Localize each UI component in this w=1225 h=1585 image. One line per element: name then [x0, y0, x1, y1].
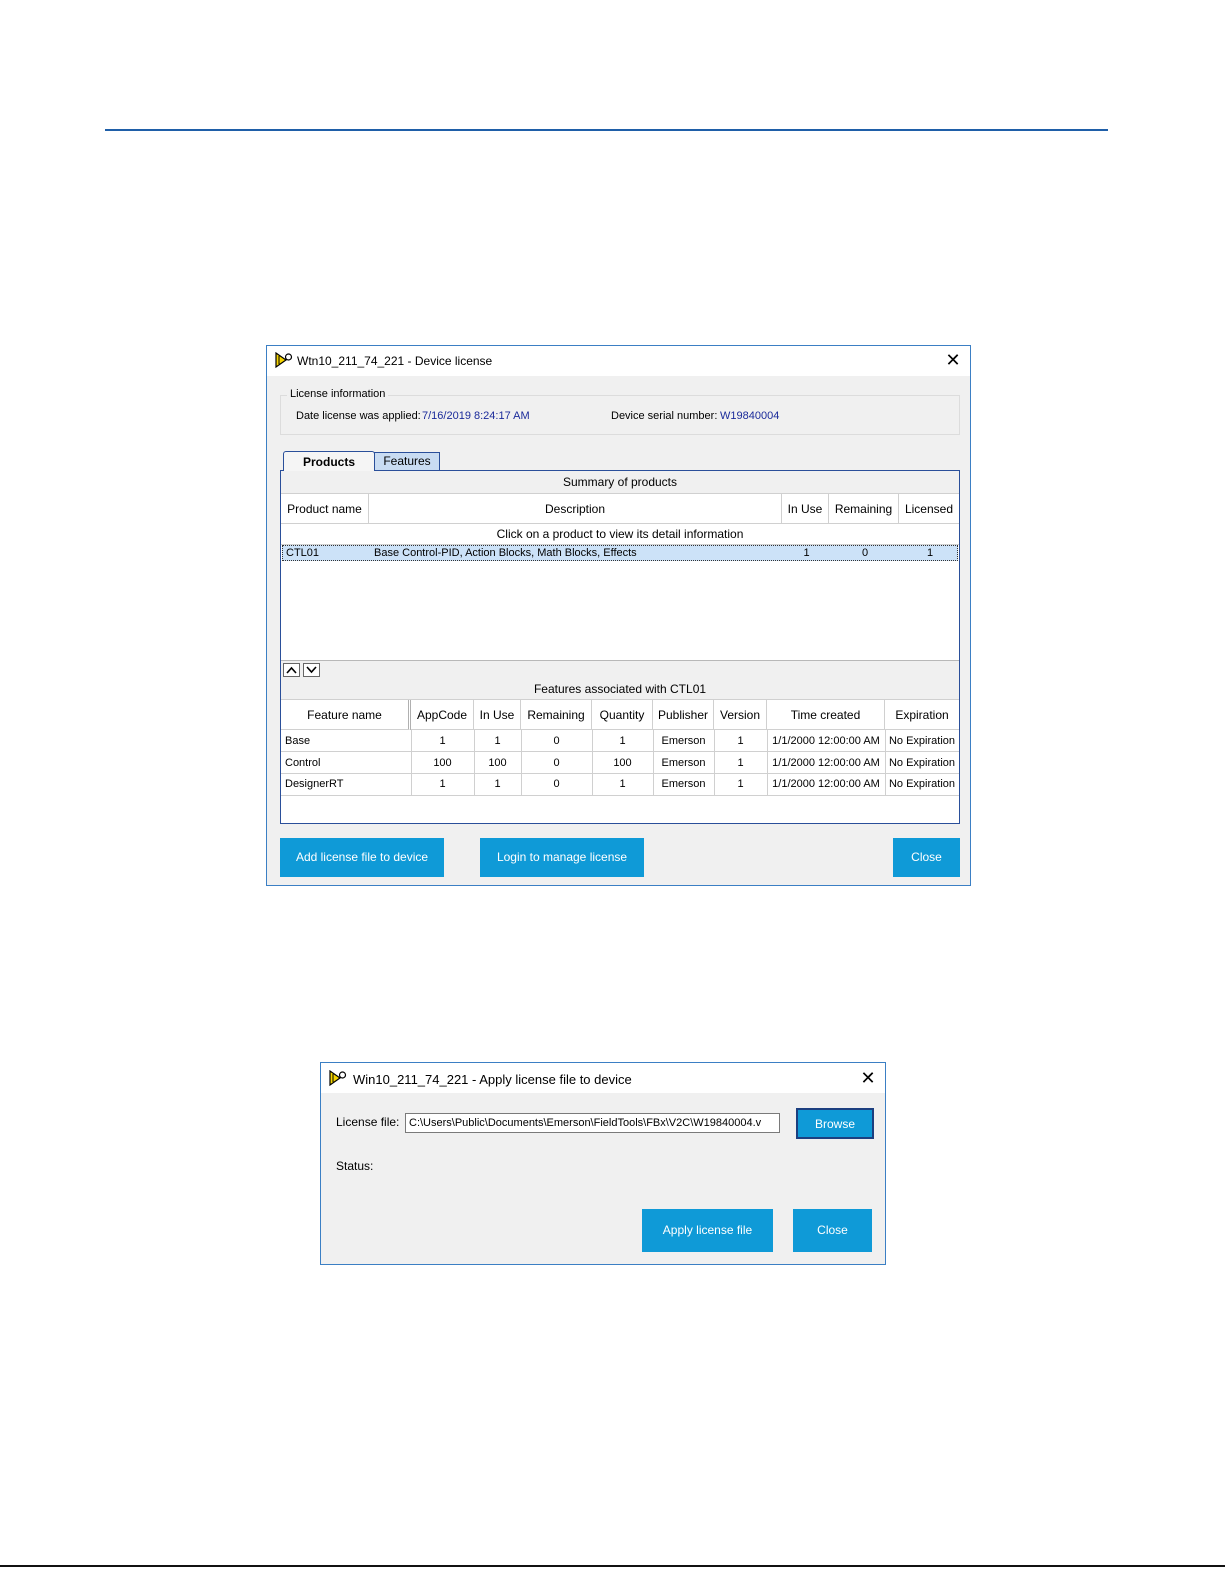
feature-remaining-cell: 0: [553, 757, 560, 769]
feature-in-use-cell: 100: [488, 757, 507, 769]
features-caption: Features associated with CTL01: [281, 679, 959, 700]
chevron-down-icon[interactable]: [303, 663, 320, 677]
column-header-quantity[interactable]: Quantity: [592, 700, 653, 730]
product-licensed-cell: 1: [926, 547, 934, 559]
table-row[interactable]: CTL01 Base Control-PID, Action Blocks, M…: [282, 545, 958, 561]
app-icon: [329, 1070, 347, 1086]
product-in-use-cell: 1: [803, 547, 810, 559]
feature-quantity-cell: 1: [619, 778, 626, 790]
products-tab-panel: Summary of products Product name Descrip…: [280, 470, 960, 824]
grid-line: [281, 773, 959, 774]
close-icon[interactable]: ✕: [857, 1067, 879, 1089]
apply-license-file-button[interactable]: Apply license file: [642, 1209, 773, 1252]
column-header-remaining[interactable]: Remaining: [521, 700, 592, 730]
feature-version-cell: 1: [737, 778, 744, 790]
login-manage-license-button[interactable]: Login to manage license: [480, 838, 644, 877]
feature-publisher-cell: Emerson: [661, 778, 706, 790]
column-header-time-created[interactable]: Time created: [767, 700, 885, 730]
license-file-input[interactable]: [405, 1113, 780, 1133]
grid-line: [281, 795, 959, 796]
title-bar: Win10_211_74_221 - Apply license file to…: [321, 1063, 885, 1093]
column-header-in-use[interactable]: In Use: [782, 494, 829, 524]
close-icon[interactable]: ✕: [942, 349, 964, 371]
date-applied-label: Date license was applied:: [296, 410, 421, 422]
feature-version-cell: 1: [737, 757, 744, 769]
window-title: Win10_211_74_221 - Apply license file to…: [353, 1072, 632, 1087]
feature-quantity-cell: 100: [613, 757, 632, 769]
feature-quantity-cell: 1: [619, 735, 626, 747]
feature-remaining-cell: 0: [553, 735, 560, 747]
product-name-cell: CTL01: [286, 547, 320, 559]
feature-expiration-cell: No Expiration: [888, 735, 956, 747]
feature-name-cell: Base: [285, 735, 311, 747]
apply-license-window: Win10_211_74_221 - Apply license file to…: [320, 1062, 886, 1265]
column-header-remaining[interactable]: Remaining: [829, 494, 899, 524]
feature-expiration-cell: No Expiration: [888, 757, 956, 769]
group-legend: License information: [287, 388, 389, 400]
device-license-window: Wtn10_211_74_221 - Device license ✕ Lice…: [266, 345, 971, 886]
feature-version-cell: 1: [737, 735, 744, 747]
feature-publisher-cell: Emerson: [661, 757, 706, 769]
column-header-version[interactable]: Version: [714, 700, 767, 730]
grid-splitter[interactable]: [281, 660, 959, 680]
column-header-appcode[interactable]: AppCode: [411, 700, 474, 730]
column-header-licensed[interactable]: Licensed: [899, 494, 959, 524]
status-label: Status:: [336, 1159, 374, 1173]
column-header-in-use[interactable]: In Use: [474, 700, 521, 730]
feature-appcode-cell: 100: [433, 757, 452, 769]
feature-time-created-cell: 1/1/2000 12:00:00 AM: [772, 735, 880, 747]
feature-publisher-cell: Emerson: [661, 735, 706, 747]
tab-features[interactable]: Features: [374, 452, 440, 470]
window-title: Wtn10_211_74_221 - Device license: [297, 354, 493, 368]
app-icon: [275, 352, 293, 368]
feature-name-cell: Control: [285, 757, 321, 769]
close-button[interactable]: Close: [793, 1209, 872, 1252]
feature-expiration-cell: No Expiration: [888, 778, 956, 790]
date-applied-value: 7/16/2019 8:24:17 AM: [422, 410, 530, 422]
serial-number-label: Device serial number:: [611, 410, 718, 422]
feature-time-created-cell: 1/1/2000 12:00:00 AM: [772, 757, 880, 769]
column-header-feature-name[interactable]: Feature name: [281, 700, 411, 730]
products-caption: Summary of products: [281, 471, 959, 494]
title-bar: Wtn10_211_74_221 - Device license ✕: [267, 346, 970, 376]
chevron-up-icon[interactable]: [283, 663, 300, 677]
product-description-cell: Base Control-PID, Action Blocks, Math Bl…: [374, 547, 637, 559]
feature-remaining-cell: 0: [553, 778, 560, 790]
feature-in-use-cell: 1: [494, 778, 501, 790]
feature-in-use-cell: 1: [494, 735, 501, 747]
tab-products[interactable]: Products: [283, 451, 375, 471]
products-hint: Click on a product to view its detail in…: [281, 524, 959, 545]
feature-time-created-cell: 1/1/2000 12:00:00 AM: [772, 778, 880, 790]
feature-name-cell: DesignerRT: [285, 778, 344, 790]
browse-button[interactable]: Browse: [796, 1108, 874, 1139]
column-header-product-name[interactable]: Product name: [281, 494, 369, 524]
license-information-group: License information Date license was app…: [280, 388, 960, 435]
close-button[interactable]: Close: [893, 838, 960, 877]
page-bottom-rule: [0, 1565, 1225, 1567]
column-header-publisher[interactable]: Publisher: [653, 700, 714, 730]
column-header-expiration[interactable]: Expiration: [885, 700, 959, 730]
column-header-description[interactable]: Description: [369, 494, 782, 524]
add-license-file-button[interactable]: Add license file to device: [280, 838, 444, 877]
grid-line: [281, 751, 959, 752]
product-remaining-cell: 0: [861, 547, 869, 559]
serial-number-value: W19840004: [720, 410, 780, 422]
page-top-rule: [105, 129, 1108, 131]
license-file-label: License file:: [336, 1115, 400, 1129]
feature-appcode-cell: 1: [439, 778, 446, 790]
feature-appcode-cell: 1: [439, 735, 446, 747]
